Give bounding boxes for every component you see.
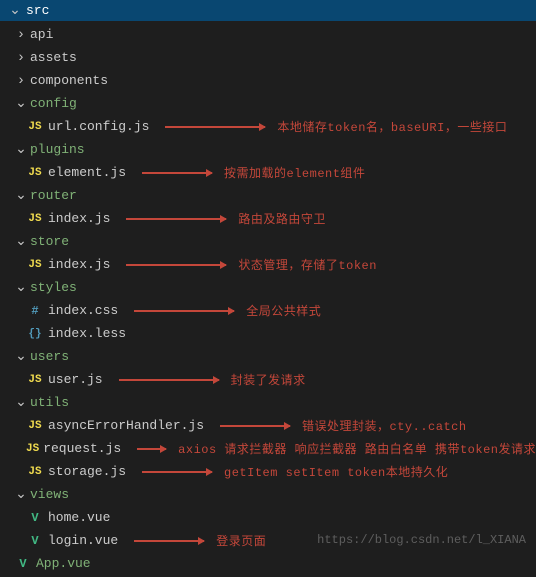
file-label: index.js <box>48 211 110 226</box>
arrow-icon <box>137 448 166 450</box>
css-icon: # <box>26 304 44 318</box>
folder-label: router <box>30 188 77 203</box>
js-icon: JS <box>26 121 44 133</box>
chevron-down-icon <box>14 490 28 500</box>
folder-label: store <box>30 234 69 249</box>
folder-label: api <box>30 27 53 42</box>
annotation: 登录页面 <box>216 532 266 549</box>
file-async-error[interactable]: JS asyncErrorHandler.js 错误处理封装，cty..catc… <box>0 414 536 437</box>
folder-label: styles <box>30 280 77 295</box>
folder-header[interactable]: src <box>0 0 536 21</box>
folder-styles[interactable]: styles <box>0 276 536 299</box>
folder-label: utils <box>30 395 69 410</box>
folder-label: users <box>30 349 69 364</box>
folder-router[interactable]: router <box>0 184 536 207</box>
js-icon: JS <box>26 213 44 225</box>
folder-config[interactable]: config <box>0 92 536 115</box>
annotation: 按需加载的element组件 <box>224 164 365 181</box>
arrow-icon <box>126 264 226 266</box>
file-label: home.vue <box>48 510 110 525</box>
file-label: index.js <box>48 257 110 272</box>
chevron-down-icon <box>14 398 28 408</box>
chevron-down-icon <box>14 237 28 247</box>
folder-views[interactable]: views <box>0 483 536 506</box>
file-element[interactable]: JS element.js 按需加载的element组件 <box>0 161 536 184</box>
arrow-icon <box>142 471 212 473</box>
folder-users[interactable]: users <box>0 345 536 368</box>
arrow-icon <box>142 172 212 174</box>
js-icon: JS <box>26 167 44 179</box>
chevron-down-icon <box>8 6 22 16</box>
chevron-down-icon <box>14 191 28 201</box>
file-url-config[interactable]: JS url.config.js 本地储存token名，baseURI，一些接口 <box>0 115 536 138</box>
file-user[interactable]: JS user.js 封装了发请求 <box>0 368 536 391</box>
file-label: element.js <box>48 165 126 180</box>
js-icon: JS <box>26 374 44 386</box>
chevron-down-icon <box>14 283 28 293</box>
file-store-index[interactable]: JS index.js 状态管理，存储了token <box>0 253 536 276</box>
file-label: App.vue <box>36 556 91 571</box>
file-label: index.less <box>48 326 126 341</box>
arrow-icon <box>165 126 265 128</box>
arrow-icon <box>126 218 226 220</box>
folder-label: plugins <box>30 142 85 157</box>
annotation: 错误处理封装，cty..catch <box>302 417 467 434</box>
file-router-index[interactable]: JS index.js 路由及路由守卫 <box>0 207 536 230</box>
chevron-down-icon <box>14 352 28 362</box>
annotation: axios 请求拦截器 响应拦截器 路由白名单 携带token发请求 <box>178 440 536 457</box>
header-title: src <box>26 3 49 18</box>
file-label: asyncErrorHandler.js <box>48 418 204 433</box>
file-label: login.vue <box>48 533 118 548</box>
file-label: user.js <box>48 372 103 387</box>
file-label: index.css <box>48 303 118 318</box>
file-storage[interactable]: JS storage.js getItem setItem token本地持久化 <box>0 460 536 483</box>
arrow-icon <box>134 310 234 312</box>
less-icon: {} <box>26 328 44 340</box>
arrow-icon <box>134 540 204 542</box>
folder-utils[interactable]: utils <box>0 391 536 414</box>
file-label: storage.js <box>48 464 126 479</box>
vue-icon: V <box>14 557 32 571</box>
file-index-less[interactable]: {} index.less <box>0 322 536 345</box>
file-tree: api assets components config JS url.conf… <box>0 21 536 577</box>
file-home-vue[interactable]: V home.vue <box>0 506 536 529</box>
folder-store[interactable]: store <box>0 230 536 253</box>
folder-api[interactable]: api <box>0 23 536 46</box>
js-icon: JS <box>26 259 44 271</box>
chevron-right-icon <box>14 53 28 63</box>
annotation: 全局公共样式 <box>246 302 321 319</box>
annotation: 本地储存token名，baseURI，一些接口 <box>277 118 507 135</box>
annotation: getItem setItem token本地持久化 <box>224 463 448 480</box>
folder-plugins[interactable]: plugins <box>0 138 536 161</box>
file-label: request.js <box>43 441 121 456</box>
vue-icon: V <box>26 534 44 548</box>
js-icon: JS <box>26 466 44 478</box>
file-request[interactable]: JS request.js axios 请求拦截器 响应拦截器 路由白名单 携带… <box>0 437 536 460</box>
vue-icon: V <box>26 511 44 525</box>
chevron-right-icon <box>14 76 28 86</box>
js-icon: JS <box>26 420 44 432</box>
folder-components[interactable]: components <box>0 69 536 92</box>
annotation: 状态管理，存储了token <box>238 256 377 273</box>
file-label: url.config.js <box>48 119 149 134</box>
annotation: 路由及路由守卫 <box>238 210 326 227</box>
chevron-down-icon <box>14 145 28 155</box>
chevron-down-icon <box>14 99 28 109</box>
annotation: 封装了发请求 <box>231 371 306 388</box>
folder-label: components <box>30 73 108 88</box>
arrow-icon <box>119 379 219 381</box>
folder-assets[interactable]: assets <box>0 46 536 69</box>
folder-label: assets <box>30 50 77 65</box>
folder-label: config <box>30 96 77 111</box>
chevron-right-icon <box>14 30 28 40</box>
arrow-icon <box>220 425 290 427</box>
js-icon: JS <box>26 443 39 455</box>
watermark: https://blog.csdn.net/l_XIANA <box>317 533 526 547</box>
file-index-css[interactable]: # index.css 全局公共样式 <box>0 299 536 322</box>
folder-label: views <box>30 487 69 502</box>
file-app-vue[interactable]: V App.vue <box>0 552 536 575</box>
